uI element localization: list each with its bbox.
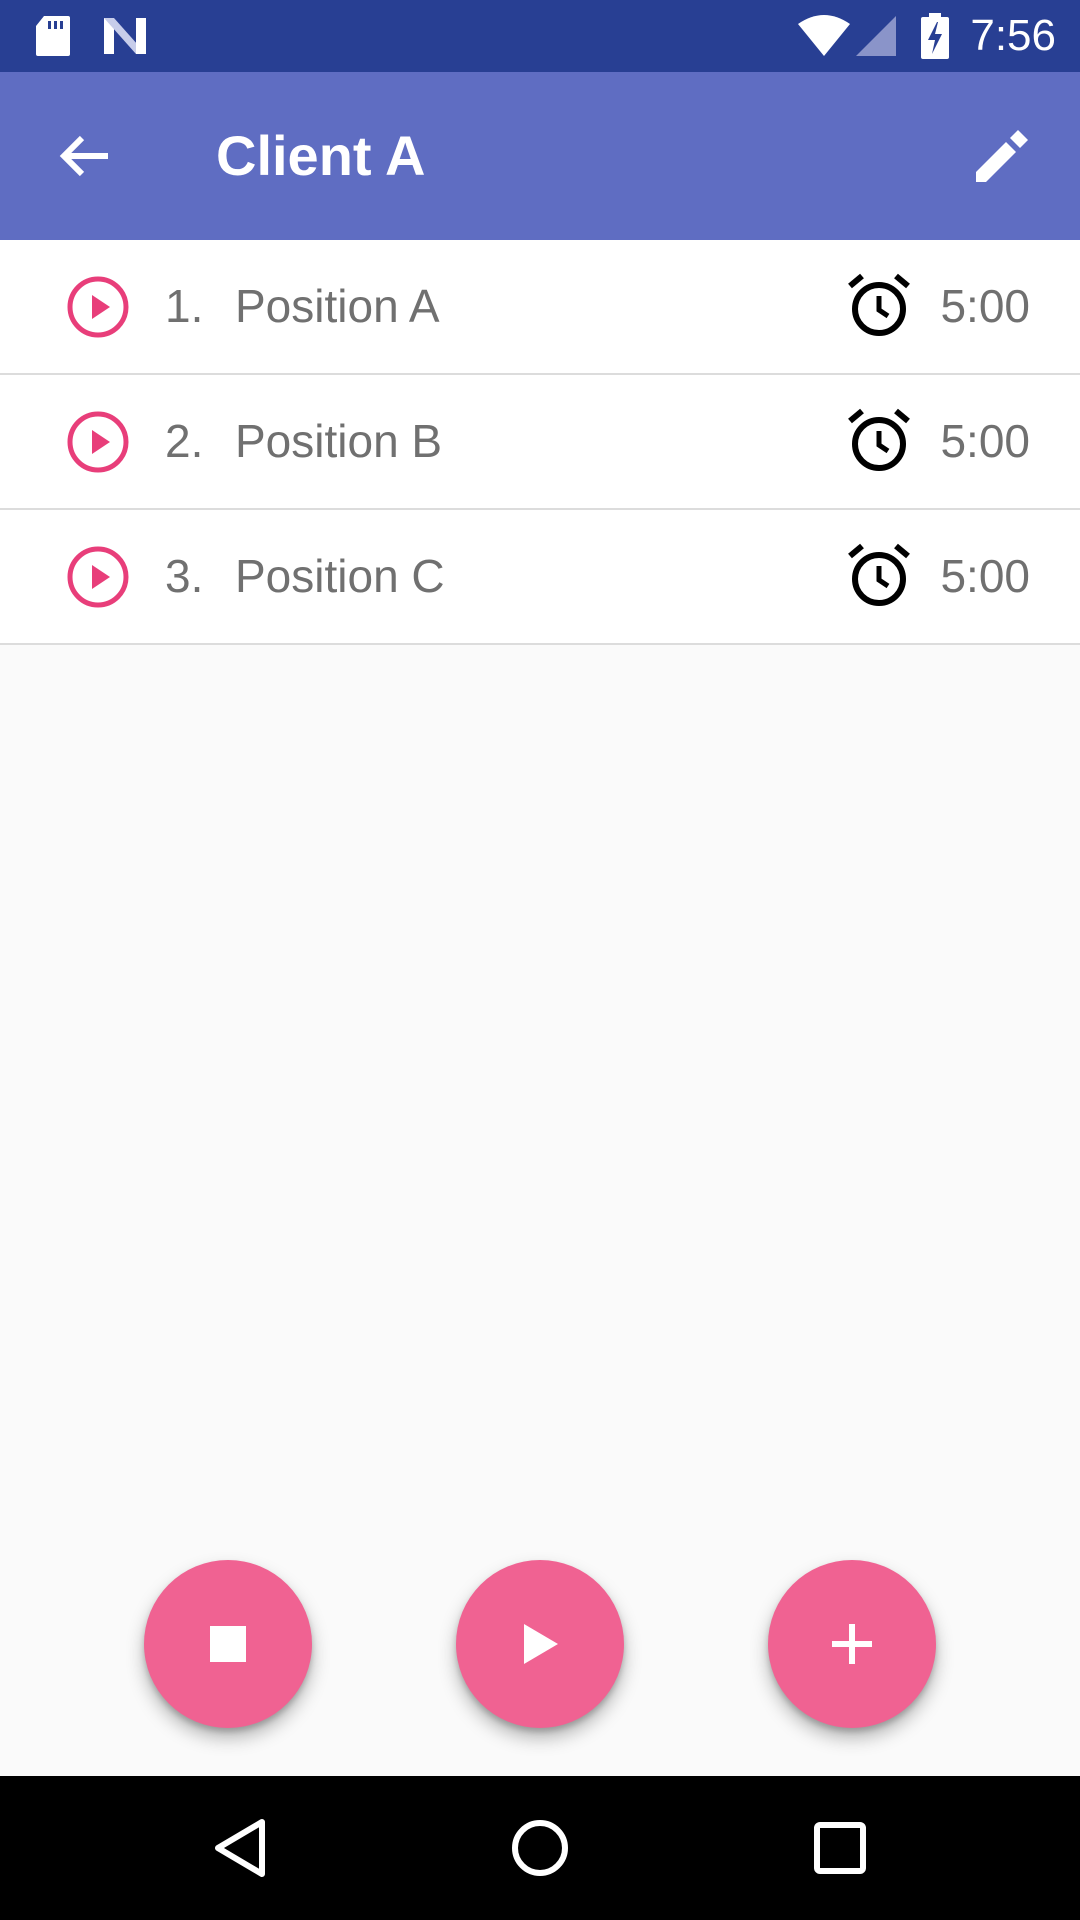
- nav-recents-icon: [814, 1822, 866, 1874]
- list-item[interactable]: 1. Position A 5:00: [0, 240, 1080, 375]
- app-bar: Client A: [0, 72, 1080, 240]
- battery-charging-icon: [920, 0, 950, 72]
- nav-back-icon: [215, 1819, 265, 1877]
- arrow-back-icon: [59, 135, 108, 177]
- position-duration: 5:00: [940, 415, 1030, 467]
- nav-home-button[interactable]: [460, 1776, 620, 1920]
- play-circle-icon[interactable]: [66, 410, 130, 474]
- position-number: 2.: [165, 415, 204, 467]
- status-time: 7:56: [970, 11, 1056, 60]
- play-circle-icon[interactable]: [66, 275, 130, 339]
- pencil-icon: [976, 130, 1028, 182]
- nav-back-button[interactable]: [160, 1776, 320, 1920]
- screen: 7:56 Client A 1. Position A 5:00 2. Posi…: [0, 0, 1080, 1920]
- play-circle-icon[interactable]: [66, 545, 130, 609]
- plus-icon: [832, 1624, 872, 1664]
- nav-home-icon: [512, 1820, 568, 1876]
- alarm-clock-icon: [848, 408, 910, 471]
- nav-recents-button[interactable]: [760, 1776, 920, 1920]
- position-duration: 5:00: [940, 280, 1030, 332]
- wifi-icon: [796, 0, 852, 72]
- position-number: 3.: [165, 550, 204, 602]
- back-button[interactable]: [36, 114, 132, 198]
- play-all-button[interactable]: [456, 1560, 624, 1728]
- alarm-clock-icon: [848, 273, 910, 336]
- position-name: Position A: [235, 280, 440, 332]
- position-name: Position C: [235, 550, 445, 602]
- play-icon: [524, 1624, 558, 1664]
- list-item[interactable]: 2. Position B 5:00: [0, 375, 1080, 510]
- add-position-button[interactable]: [768, 1560, 936, 1728]
- position-list: 1. Position A 5:00 2. Position B 5:00 3.…: [0, 240, 1080, 645]
- position-duration: 5:00: [940, 550, 1030, 602]
- stop-icon: [210, 1626, 246, 1662]
- status-bar: 7:56: [0, 0, 1080, 72]
- list-item[interactable]: 3. Position C 5:00: [0, 510, 1080, 645]
- position-name: Position B: [235, 415, 443, 467]
- n-logo-icon: [102, 0, 148, 72]
- cell-signal-icon: [854, 0, 898, 72]
- alarm-clock-icon: [848, 543, 910, 606]
- navigation-bar: [0, 1776, 1080, 1920]
- page-title: Client A: [216, 124, 426, 187]
- stop-button[interactable]: [144, 1560, 312, 1728]
- position-number: 1.: [165, 280, 204, 332]
- edit-button[interactable]: [954, 114, 1050, 198]
- sd-card-icon: [34, 0, 72, 72]
